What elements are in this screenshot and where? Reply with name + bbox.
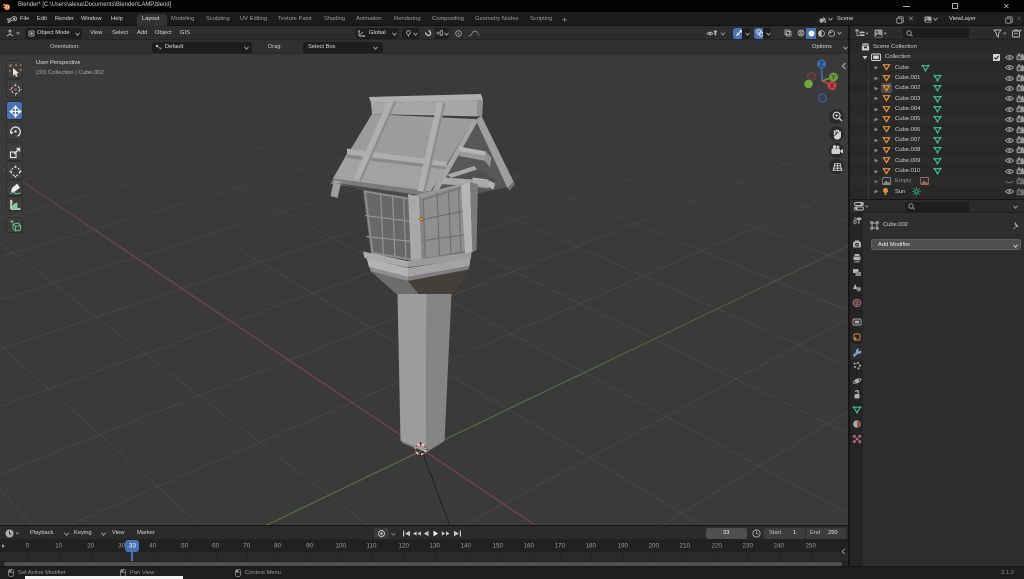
svg-text:Z: Z [819,62,824,69]
svg-text:Y: Y [831,75,836,82]
svg-text:X: X [830,83,835,90]
